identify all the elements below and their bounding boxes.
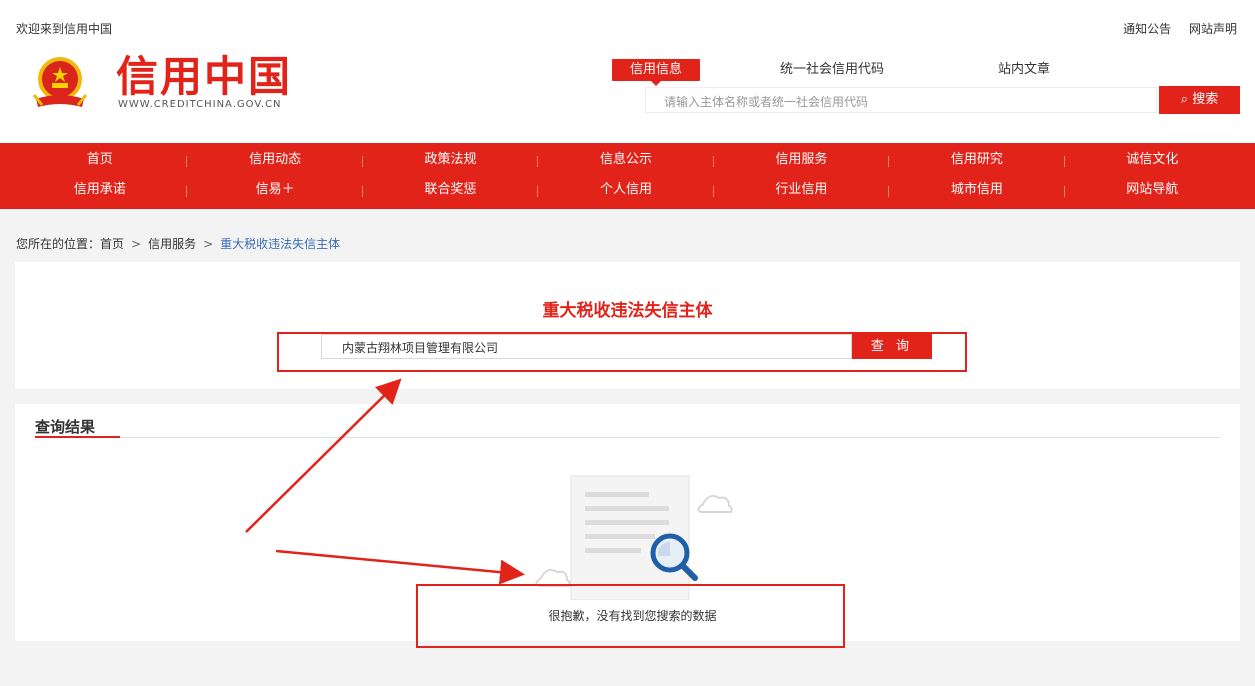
- breadcrumb-section[interactable]: 信用服务: [148, 237, 196, 251]
- breadcrumb-home[interactable]: 首页: [100, 237, 124, 251]
- breadcrumb: 您所在的位置：首页 > 信用服务 > 重大税收违法失信主体: [16, 235, 340, 252]
- tab-site-articles[interactable]: 站内文章: [998, 59, 1050, 81]
- nav-item-commitment[interactable]: 信用承诺: [12, 177, 188, 207]
- nav-item-policy[interactable]: 政策法规: [363, 147, 539, 177]
- results-divider: [35, 437, 1220, 438]
- main-nav: 首页 信用动态 政策法规 信息公示 信用服务 信用研究 诚信文化 信用承诺 信易…: [0, 143, 1255, 209]
- nav-item-home[interactable]: 首页: [12, 147, 188, 177]
- nav-row-1: 首页 信用动态 政策法规 信息公示 信用服务 信用研究 诚信文化: [12, 147, 1240, 177]
- nav-item-xinyi[interactable]: 信易＋: [187, 177, 364, 207]
- nav-item-credit-service[interactable]: 信用服务: [714, 147, 890, 177]
- statement-link[interactable]: 网站声明: [1189, 22, 1237, 36]
- search-tabs: 信用信息 统一社会信用代码 站内文章: [612, 59, 1092, 86]
- query-panel: 重大税收违法失信主体 内蒙古翔林项目管理有限公司 查 询: [15, 262, 1240, 389]
- nav-item-research[interactable]: 信用研究: [889, 147, 1065, 177]
- search-button-label: 搜索: [1192, 92, 1219, 107]
- results-title-underline: [35, 436, 120, 438]
- no-results-illustration-icon: [535, 475, 733, 600]
- nav-item-credit-news[interactable]: 信用动态: [187, 147, 364, 177]
- breadcrumb-separator: >: [131, 237, 142, 251]
- header-search-button[interactable]: ⌕ 搜索: [1159, 86, 1240, 114]
- nav-item-sitemap[interactable]: 网站导航: [1065, 177, 1240, 207]
- topbar-links: 通知公告 网站声明: [1109, 20, 1237, 37]
- breadcrumb-prefix: 您所在的位置：: [16, 237, 101, 251]
- nav-item-personal[interactable]: 个人信用: [538, 177, 715, 207]
- header-search-input[interactable]: 请输入主体名称或者统一社会信用代码: [645, 87, 1157, 113]
- national-emblem-icon: [32, 57, 88, 107]
- nav-item-rewards-punish[interactable]: 联合奖惩: [363, 177, 539, 207]
- notice-link[interactable]: 通知公告: [1123, 22, 1171, 36]
- search-icon: ⌕: [1180, 92, 1189, 107]
- site-header: 欢迎来到信用中国 通知公告 网站声明 信用中国 WWW.CREDITCHINA.…: [0, 0, 1255, 143]
- tab-unified-code[interactable]: 统一社会信用代码: [780, 59, 884, 81]
- empty-message-box: 很抱歉，没有找到您搜索的数据: [416, 584, 845, 648]
- nav-item-disclosure[interactable]: 信息公示: [538, 147, 715, 177]
- breadcrumb-separator: >: [203, 237, 214, 251]
- nav-item-industry[interactable]: 行业信用: [714, 177, 890, 207]
- query-input[interactable]: 内蒙古翔林项目管理有限公司: [321, 334, 852, 359]
- brand-title[interactable]: 信用中国: [116, 54, 292, 100]
- query-button[interactable]: 查 询: [852, 334, 932, 359]
- nav-item-city[interactable]: 城市信用: [889, 177, 1065, 207]
- tab-credit-info[interactable]: 信用信息: [612, 59, 701, 86]
- page-title: 重大税收违法失信主体: [542, 301, 713, 321]
- results-panel: 查询结果 很抱歉，没有找到您搜索的数据: [15, 404, 1240, 648]
- breadcrumb-current: 重大税收违法失信主体: [220, 237, 341, 251]
- empty-message: 很抱歉，没有找到您搜索的数据: [548, 609, 717, 623]
- nav-row-2: 信用承诺 信易＋ 联合奖惩 个人信用 行业信用 城市信用 网站导航: [12, 177, 1240, 207]
- welcome-text: 欢迎来到信用中国: [16, 22, 113, 36]
- brand-url: WWW.CREDITCHINA.GOV.CN: [118, 99, 282, 110]
- nav-item-culture[interactable]: 诚信文化: [1065, 147, 1240, 177]
